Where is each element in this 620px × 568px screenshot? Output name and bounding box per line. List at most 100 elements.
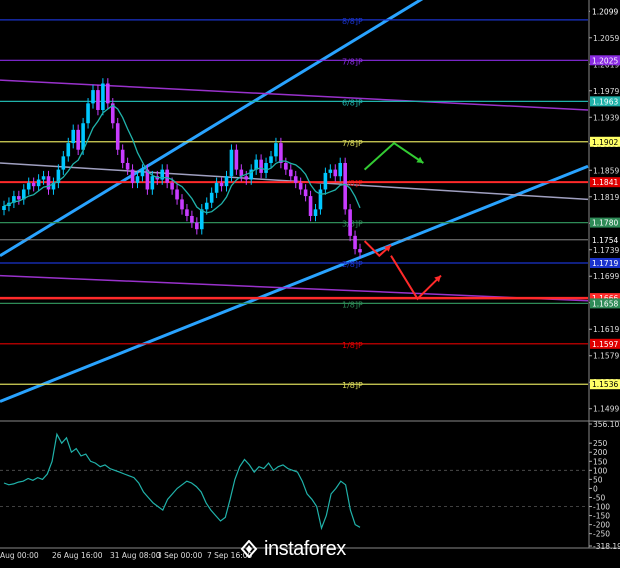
price-tick-label: 1.1499: [593, 405, 619, 414]
cci-tick-label: -50: [593, 493, 605, 502]
price-tag-label: 1.1754: [592, 236, 618, 245]
price-tag-label: 1.1902: [592, 138, 618, 147]
chart-root: 8/8]P 7/8]P 6/8]P 7/8]P 4/8]P 3/8]P 2/8]P 1/8]P…: [0, 0, 620, 564]
cci-tick-label: 100: [593, 466, 608, 475]
murray-level-label: 2/8]P: [342, 260, 363, 269]
candle-body: [348, 209, 352, 236]
candle-body: [219, 182, 224, 187]
candle-body: [318, 189, 323, 210]
candle-body: [130, 169, 135, 183]
price-tick-label: 1.1579: [593, 352, 619, 361]
time-tick-label: Aug 00:00: [0, 551, 39, 560]
murray-level-label: 8/8]P: [342, 17, 363, 26]
candle-body: [338, 162, 343, 177]
price-tag-label: 1.1536: [592, 380, 618, 389]
candle-body: [81, 123, 85, 150]
cci-tick-label: 200: [593, 448, 608, 457]
candle-body: [274, 143, 278, 157]
price-tag-label: 1.1963: [592, 97, 618, 106]
murray-level-label: 1/8]P: [342, 341, 363, 350]
candle-body: [106, 83, 110, 104]
candle-body: [175, 189, 179, 200]
candle-body: [269, 156, 273, 163]
candle-body: [284, 162, 288, 170]
brand-logo: instaforex: [240, 536, 390, 562]
cci-tick-label: 356.1054: [593, 420, 620, 429]
candle-body: [125, 162, 130, 170]
candle-body: [36, 179, 41, 187]
candle-body: [91, 90, 95, 104]
candle-body: [288, 169, 293, 177]
cci-tick-label: -150: [593, 512, 610, 521]
candle-body: [313, 209, 318, 216]
price-chart: 8/8]P7/8]P6/8]P7/8]P4/8]P3/8]P2/8]P1/8]P…: [0, 0, 620, 564]
candle-body: [86, 103, 90, 124]
candle-body: [353, 235, 357, 250]
cci-tick-label: 0: [593, 484, 598, 493]
price-tag-label: 1.2025: [592, 56, 618, 65]
candle-body: [279, 143, 283, 163]
candle-body: [214, 182, 219, 193]
murray-level-label: 7/8]P: [342, 139, 363, 148]
candle-body: [115, 123, 120, 150]
candle-body: [61, 156, 66, 170]
candle-body: [31, 182, 36, 187]
price-tick-label: 1.1939: [593, 113, 619, 122]
candle-body: [46, 176, 51, 190]
candle-body: [41, 176, 46, 180]
candle-body: [199, 209, 204, 230]
cci-tick-label: 50: [593, 475, 603, 484]
brand-name: instaforex: [264, 537, 346, 560]
price-tick-label: 1.1859: [593, 166, 619, 175]
candle-body: [204, 202, 209, 210]
murray-level-label: 1/8]P: [342, 300, 363, 309]
candle-body: [244, 176, 249, 180]
candle-body: [120, 149, 125, 163]
candle-body: [101, 83, 105, 110]
time-tick-label: 26 Aug 16:00: [52, 551, 103, 560]
candle-body: [96, 90, 100, 110]
cci-tick-label: 150: [593, 457, 608, 466]
candle-body: [2, 206, 6, 211]
cci-tick-label: -100: [593, 503, 610, 512]
price-tick-label: 1.1979: [593, 87, 619, 96]
price-tick-label: 1.1739: [593, 246, 619, 255]
candle-body: [17, 196, 21, 200]
candle-body: [264, 162, 268, 173]
candle-body: [333, 169, 338, 177]
price-tick-label: 1.1699: [593, 272, 619, 281]
price-tag-label: 1.1841: [592, 178, 618, 187]
candle-body: [358, 249, 362, 253]
price-tag-label: 1.1719: [592, 259, 618, 268]
candle-body: [135, 176, 140, 183]
price-tick-label: 1.1819: [593, 193, 619, 202]
price-tag-label: 1.1658: [592, 299, 618, 308]
candle-body: [150, 176, 155, 190]
cci-tick-label: -318.199: [593, 542, 620, 551]
candle-body: [259, 159, 263, 173]
price-tick-label: 1.2059: [593, 34, 619, 43]
price-tick-label: 1.1619: [593, 325, 619, 334]
candle-body: [66, 143, 71, 157]
candle-body: [190, 215, 194, 223]
cci-tick-label: -200: [593, 521, 610, 530]
candle-body: [229, 149, 234, 177]
price-tag-label: 1.1780: [592, 219, 618, 228]
candle-body: [224, 176, 229, 187]
candle-body: [343, 162, 347, 210]
candle-body: [209, 192, 214, 203]
candle-body: [195, 222, 199, 230]
candle-body: [180, 199, 184, 210]
cci-tick-label: -250: [593, 530, 610, 539]
candle-body: [140, 169, 145, 177]
candle-body: [185, 209, 189, 216]
time-tick-label: 31 Aug 08:00: [110, 551, 161, 560]
candle-body: [71, 129, 76, 144]
murray-level-label: 3/8]P: [342, 220, 363, 229]
candle-body: [76, 129, 80, 150]
murray-level-label: 1/8]P: [342, 381, 363, 390]
candle-body: [298, 182, 303, 190]
murray-level-label: 7/8]P: [342, 57, 363, 66]
time-tick-label: 3 Sep 00:00: [157, 551, 203, 560]
candle-body: [293, 176, 298, 183]
